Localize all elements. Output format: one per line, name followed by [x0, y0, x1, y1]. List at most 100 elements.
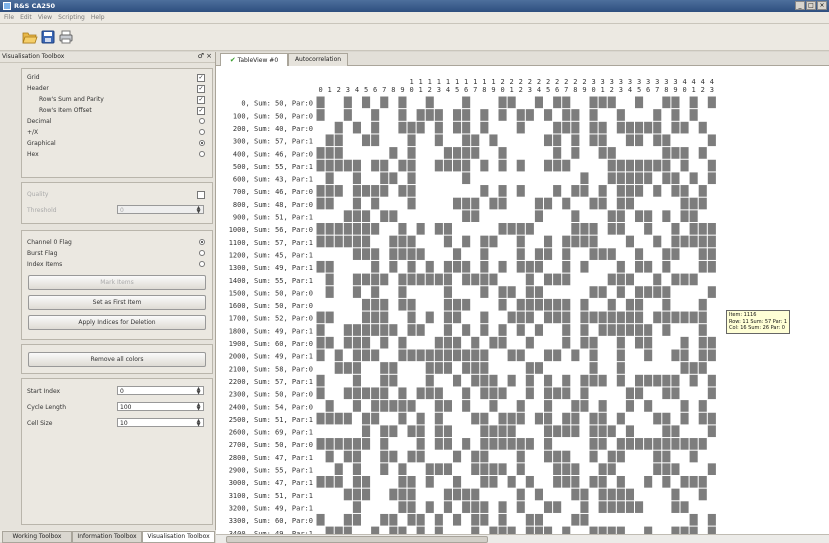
grid-cell[interactable]	[443, 374, 452, 387]
grid-cell[interactable]	[343, 235, 352, 248]
grid-cell[interactable]	[334, 223, 343, 235]
grid-cell[interactable]	[680, 172, 689, 185]
grid-cell[interactable]	[498, 147, 507, 159]
grid-cell[interactable]	[489, 438, 498, 450]
grid-cell[interactable]	[616, 159, 625, 172]
grid-cell[interactable]	[625, 387, 634, 400]
grid-cell[interactable]	[544, 298, 553, 311]
grid-cell[interactable]	[398, 488, 407, 501]
grid-cell[interactable]	[380, 324, 389, 336]
grid-cell[interactable]	[343, 513, 352, 526]
grid-cell[interactable]	[689, 336, 698, 349]
grid-cell[interactable]	[562, 324, 571, 336]
grid-cell[interactable]	[644, 526, 653, 534]
grid-cell[interactable]	[671, 286, 680, 298]
grid-cell[interactable]	[343, 298, 352, 311]
grid-cell[interactable]	[534, 311, 543, 324]
menu-view[interactable]: View	[38, 14, 52, 21]
grid-cell[interactable]	[380, 223, 389, 235]
grid-cell[interactable]	[653, 374, 662, 387]
grid-cell[interactable]	[352, 260, 361, 273]
grid-cell[interactable]	[489, 298, 498, 311]
grid-cell[interactable]	[644, 501, 653, 513]
grid-cell[interactable]	[589, 273, 598, 286]
grid-cell[interactable]	[589, 311, 598, 324]
grid-cell[interactable]	[598, 425, 607, 438]
grid-cell[interactable]	[516, 438, 525, 450]
grid-cell[interactable]	[625, 121, 634, 134]
open-folder-icon[interactable]	[22, 29, 38, 45]
grid-cell[interactable]	[416, 197, 425, 210]
grid-cell[interactable]	[507, 121, 516, 134]
grid-cell[interactable]	[607, 273, 616, 286]
grid-cell[interactable]	[389, 349, 398, 362]
grid-cell[interactable]	[571, 501, 580, 513]
grid-cell[interactable]	[707, 298, 716, 311]
grid-cell[interactable]	[625, 374, 634, 387]
grid-cell[interactable]	[653, 273, 662, 286]
grid-cell[interactable]	[525, 223, 534, 235]
grid-cell[interactable]	[416, 526, 425, 534]
grid-cell[interactable]	[635, 450, 644, 463]
grid-cell[interactable]	[616, 121, 625, 134]
grid-cell[interactable]	[598, 134, 607, 147]
grid-cell[interactable]	[352, 324, 361, 336]
grid-cell[interactable]	[416, 286, 425, 298]
grid-cell[interactable]	[644, 374, 653, 387]
grid-cell[interactable]	[534, 172, 543, 185]
grid-cell[interactable]	[589, 400, 598, 412]
grid-cell[interactable]	[544, 109, 553, 121]
grid-cell[interactable]	[316, 210, 325, 222]
grid-cell[interactable]	[525, 488, 534, 501]
grid-cell[interactable]	[707, 96, 716, 109]
grid-cell[interactable]	[635, 185, 644, 197]
grid-cell[interactable]	[707, 349, 716, 362]
grid-cell[interactable]	[562, 476, 571, 488]
grid-cell[interactable]	[607, 438, 616, 450]
grid-cell[interactable]	[462, 210, 471, 222]
grid-cell[interactable]	[635, 438, 644, 450]
grid-cell[interactable]	[425, 336, 434, 349]
grid-cell[interactable]	[434, 463, 443, 475]
grid-cell[interactable]	[480, 223, 489, 235]
grid-cell[interactable]	[580, 210, 589, 222]
grid-cell[interactable]	[662, 501, 671, 513]
grid-cell[interactable]	[662, 311, 671, 324]
grid-cell[interactable]	[616, 286, 625, 298]
grid-cell[interactable]	[443, 501, 452, 513]
grid-cell[interactable]	[325, 513, 334, 526]
grid-cell[interactable]	[434, 298, 443, 311]
grid-cell[interactable]	[389, 336, 398, 349]
grid-cell[interactable]	[662, 96, 671, 109]
grid-cell[interactable]	[498, 324, 507, 336]
grid-cell[interactable]	[525, 387, 534, 400]
grid-cell[interactable]	[525, 210, 534, 222]
grid-cell[interactable]	[316, 450, 325, 463]
grid-cell[interactable]	[334, 147, 343, 159]
grid-cell[interactable]	[544, 412, 553, 425]
grid-cell[interactable]	[489, 412, 498, 425]
grid-cell[interactable]	[507, 96, 516, 109]
grid-cell[interactable]	[616, 349, 625, 362]
grid-cell[interactable]	[434, 349, 443, 362]
grid-cell[interactable]	[380, 172, 389, 185]
grid-cell[interactable]	[380, 197, 389, 210]
grid-cell[interactable]	[698, 159, 707, 172]
grid-cell[interactable]	[589, 185, 598, 197]
grid-cell[interactable]	[625, 248, 634, 260]
grid-cell[interactable]	[680, 134, 689, 147]
grid-cell[interactable]	[589, 336, 598, 349]
grid-cell[interactable]	[507, 324, 516, 336]
set-first-item-button[interactable]: Set as First Item	[28, 295, 206, 310]
grid-cell[interactable]	[471, 260, 480, 273]
grid-cell[interactable]	[471, 476, 480, 488]
grid-cell[interactable]	[516, 526, 525, 534]
grid-cell[interactable]	[644, 349, 653, 362]
grid-cell[interactable]	[389, 324, 398, 336]
grid-cell[interactable]	[416, 324, 425, 336]
grid-cell[interactable]	[662, 450, 671, 463]
grid-cell[interactable]	[698, 362, 707, 374]
grid-cell[interactable]	[689, 260, 698, 273]
grid-cell[interactable]	[707, 438, 716, 450]
grid-cell[interactable]	[343, 96, 352, 109]
